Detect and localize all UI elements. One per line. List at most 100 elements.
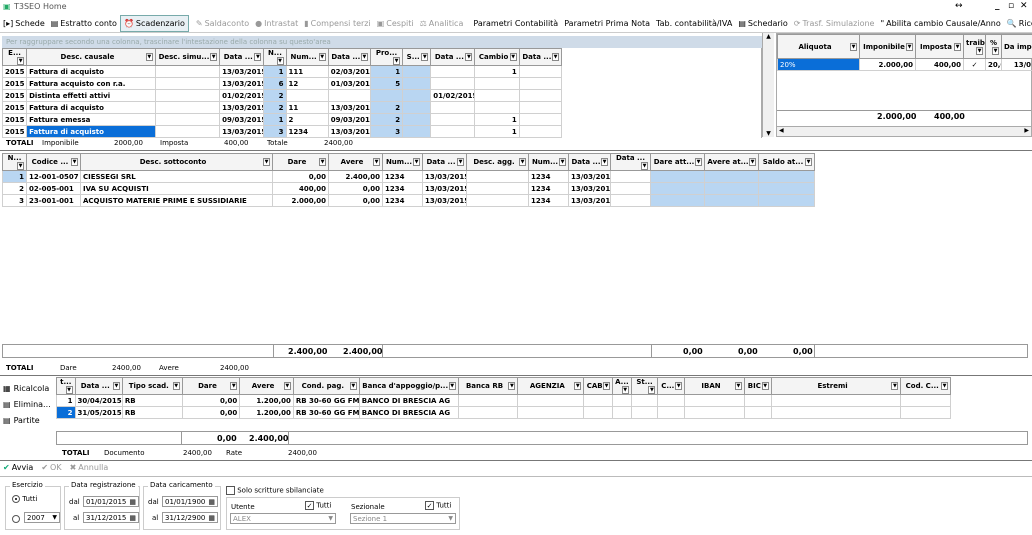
filter-dropdown-icon[interactable]: ▼ [349, 382, 357, 390]
filter-dropdown-icon[interactable]: ▼ [457, 158, 464, 166]
filter-dropdown-icon[interactable]: ▼ [254, 53, 262, 61]
cell-saldo-at[interactable] [758, 182, 815, 195]
cell-data[interactable]: 13/03/2015 [219, 125, 265, 138]
cell-imponibile[interactable]: 2.000,00 [859, 58, 916, 71]
cell-desc-causale[interactable]: Fattura acquisto con r.a. [26, 77, 156, 90]
cell-data[interactable]: 02/03/2015 [327, 65, 371, 78]
toolbar-trasf-simulazione-button[interactable]: ⟳ Trasf. Simulazione [791, 15, 878, 32]
column-header-desc-agg[interactable]: Desc. agg. ▼ [466, 153, 529, 171]
year-select[interactable]: 2007 ▼ [24, 512, 60, 523]
column-header-imposta[interactable]: Imposta ▼ [915, 34, 964, 59]
cell-s[interactable] [402, 113, 432, 126]
cell-tipo-scad[interactable]: RB [121, 406, 183, 419]
cell-n[interactable]: 2 [263, 101, 287, 114]
table-row[interactable]: 3 23-001-001 ACQUISTO MATERIE PRIME E SUSS… [2, 194, 815, 207]
cell-aliquota[interactable]: 20% [777, 58, 860, 71]
column-header-dare[interactable]: Dare ▼ [272, 153, 329, 171]
cell-data[interactable]: 30/04/2015 [74, 394, 123, 407]
cell-desc-agg[interactable] [466, 194, 529, 207]
filter-dropdown-icon[interactable]: ▼ [172, 382, 180, 390]
filter-dropdown-icon[interactable]: ▼ [508, 382, 516, 390]
column-header-t[interactable]: t... ▼ [56, 377, 76, 395]
column-header-desc-simu[interactable]: Desc. simu... ▼ [154, 48, 221, 66]
toolbar-analitica-button[interactable]: ⚖ Analitica [417, 15, 467, 32]
cell-pro[interactable] [369, 89, 404, 102]
column-header-codice[interactable]: Codice ... ▼ [26, 153, 81, 171]
cell-num[interactable]: 1234 [382, 182, 423, 195]
cell-agenzia[interactable] [517, 394, 585, 407]
filter-dropdown-icon[interactable]: ▼ [761, 382, 769, 390]
cell-num[interactable]: 111 [285, 65, 329, 78]
cell-avere[interactable]: 1.200,00 [239, 394, 294, 407]
filter-dropdown-icon[interactable]: ▼ [954, 42, 961, 51]
cell-n[interactable]: 3 [263, 125, 287, 138]
cell-estremi[interactable] [770, 394, 902, 407]
cell-data[interactable]: 13/03/2015 [219, 77, 265, 90]
cell-desc-simu[interactable] [154, 125, 221, 138]
cell-tipo-scad[interactable]: RB [121, 394, 183, 407]
filter-dropdown-icon[interactable]: ▼ [621, 386, 629, 394]
filter-dropdown-icon[interactable]: ▼ [601, 158, 608, 166]
cell-codice[interactable]: 23-001-001 [26, 194, 81, 207]
filter-dropdown-icon[interactable]: ▼ [413, 158, 420, 166]
solo-sbilanciate-checkbox[interactable]: Solo scritture sbilanciate [226, 486, 324, 495]
cell-data[interactable]: 13/03/2015 [219, 101, 265, 114]
cell-iban[interactable] [684, 406, 745, 419]
filter-dropdown-icon[interactable]: ▼ [210, 53, 218, 61]
cell-cab[interactable] [583, 394, 614, 407]
cell-cambio[interactable] [474, 101, 520, 114]
cell-pro[interactable]: 2 [369, 101, 404, 114]
column-header-da-impe[interactable]: Da impe [1001, 34, 1032, 59]
cell-data[interactable] [430, 113, 476, 126]
cell-n[interactable]: 3 [2, 194, 27, 207]
cell-data[interactable]: 31/05/2015 [74, 406, 123, 419]
filter-dropdown-icon[interactable]: ▼ [318, 53, 326, 61]
cell-e[interactable]: 2015 [1, 65, 28, 78]
toolbar-parametri-contabilit-button[interactable]: Parametri Contabilità [470, 15, 561, 32]
column-header-n[interactable]: N... ▼ [2, 153, 27, 171]
cell-num[interactable]: 2 [285, 113, 329, 126]
ok-button[interactable]: ✔ OK [41, 463, 61, 475]
cell-num[interactable]: 1234 [528, 170, 569, 183]
cell-st[interactable] [630, 394, 659, 407]
toolbar-parametri-prima-nota-button[interactable]: Parametri Prima Nota [561, 15, 653, 32]
sezionale-select[interactable]: Sezione 1 ▼ [350, 513, 456, 524]
cell-dare[interactable]: 2.000,00 [272, 194, 329, 207]
elimina-button[interactable]: ▤ Elimina... [3, 396, 55, 412]
column-header-pro[interactable]: Pro... ▼ [369, 48, 404, 66]
filter-dropdown-icon[interactable]: ▼ [393, 57, 401, 65]
toolbar-intrastat-button[interactable]: ● Intrastat [252, 15, 301, 32]
cell-codice[interactable]: 12-001-0507 [26, 170, 81, 183]
filter-dropdown-icon[interactable]: ▼ [805, 158, 812, 166]
cell-dare-att[interactable] [650, 194, 705, 207]
filter-dropdown-icon[interactable]: ▼ [552, 53, 559, 61]
cell-dare[interactable]: 0,00 [181, 406, 241, 419]
column-header-cond-pag[interactable]: Cond. pag. ▼ [292, 377, 360, 395]
column-header-iban[interactable]: IBAN ▼ [684, 377, 745, 395]
filter-dropdown-icon[interactable]: ▼ [283, 382, 291, 390]
filter-dropdown-icon[interactable]: ▼ [734, 382, 742, 390]
cell-imposta[interactable]: 400,00 [915, 58, 964, 71]
filter-dropdown-icon[interactable]: ▼ [448, 382, 456, 390]
calendar-icon[interactable]: ▦ [129, 513, 136, 523]
toolbar-abilita-cambio-causale-anno-button[interactable]: " Abilita cambio Causale/Anno [877, 15, 1003, 32]
column-header-traib[interactable]: traib ▼ [963, 34, 986, 59]
cell-cab[interactable] [583, 406, 614, 419]
avvia-button[interactable]: ✔ Avvia [3, 463, 33, 475]
column-header-banca-d-appoggio-p[interactable]: Banca d'appoggio/p... ▼ [358, 377, 459, 395]
filter-dropdown-icon[interactable]: ▼ [230, 382, 238, 390]
filter-dropdown-icon[interactable]: ▼ [421, 53, 429, 61]
resize-icon[interactable]: ↔ [955, 1, 963, 11]
cell-data[interactable]: 13/03/2015 [422, 170, 467, 183]
filter-dropdown-icon[interactable]: ▼ [17, 57, 25, 65]
cell-n[interactable]: 2 [263, 89, 287, 102]
cell-s[interactable] [402, 77, 432, 90]
cell-data[interactable]: 09/03/2015 [219, 113, 265, 126]
column-header-aliquota[interactable]: Aliquota ▼ [777, 34, 860, 59]
cell-s[interactable] [402, 65, 432, 78]
column-header-desc-sottoconto[interactable]: Desc. sottoconto ▼ [80, 153, 273, 171]
cell-data[interactable]: 13/03/2015 [422, 182, 467, 195]
cell-data[interactable]: 13/03/2015 [422, 194, 467, 207]
cell-st[interactable] [630, 406, 659, 419]
column-header-data[interactable]: Data ... ▼ [219, 48, 265, 66]
